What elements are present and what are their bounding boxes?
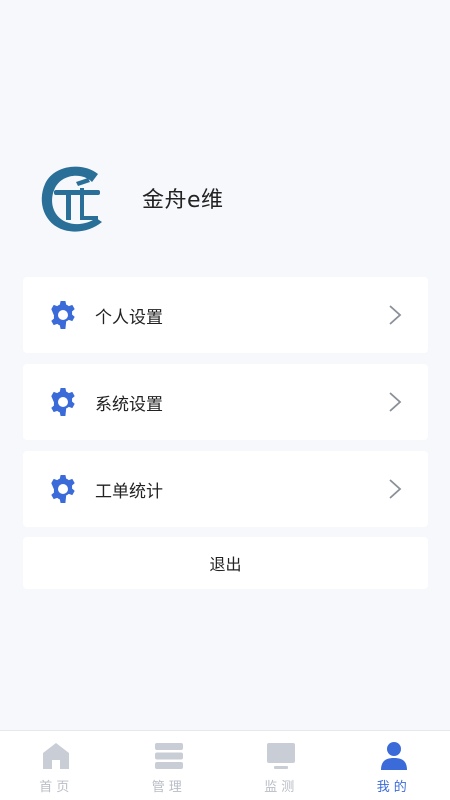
menu-item-label: 个人设置	[95, 307, 163, 328]
logout-button[interactable]: 退出	[23, 537, 428, 589]
chevron-right-icon	[389, 305, 402, 325]
menu-item-system-settings[interactable]: 系统设置	[23, 364, 428, 440]
tab-mine[interactable]: 我的	[338, 731, 450, 800]
menu-item-work-order-stats[interactable]: 工单统计	[23, 451, 428, 527]
tab-monitor[interactable]: 监测	[225, 731, 338, 800]
tab-label: 首页	[39, 780, 74, 795]
app-name: 金舟e维	[142, 188, 224, 213]
tab-label: 我的	[376, 780, 411, 795]
menu-item-label: 系统设置	[95, 394, 163, 415]
tab-label: 管理	[151, 780, 186, 795]
profile-header: 金舟e维	[36, 160, 224, 236]
bottom-tab-bar: 首页 管理 监测 我的	[0, 730, 450, 800]
menu-item-label: 工单统计	[95, 481, 163, 502]
chevron-right-icon	[389, 392, 402, 412]
user-icon	[380, 742, 407, 770]
list-icon	[154, 743, 183, 769]
app-logo-icon	[41, 166, 102, 232]
tab-home[interactable]: 首页	[0, 731, 113, 800]
menu-item-personal-settings[interactable]: 个人设置	[23, 277, 428, 353]
gear-icon	[51, 301, 75, 329]
gear-icon	[51, 388, 75, 416]
gear-icon	[51, 475, 75, 503]
home-icon	[43, 743, 70, 769]
chevron-right-icon	[389, 479, 402, 499]
tab-manage[interactable]: 管理	[113, 731, 226, 800]
tab-label: 监测	[264, 780, 299, 795]
monitor-icon	[267, 743, 296, 769]
